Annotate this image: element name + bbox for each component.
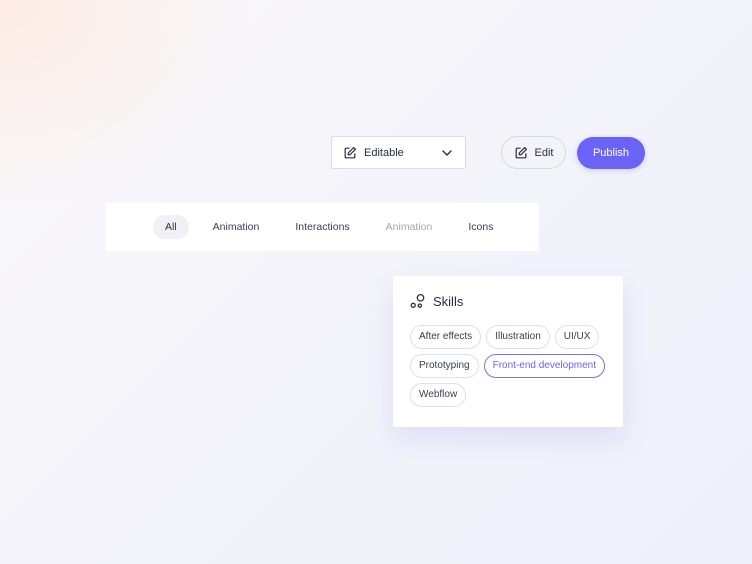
chip-front-end-development[interactable]: Front-end development: [483, 354, 605, 378]
skills-chip-list: After effects Illustration UI/UX Prototy…: [410, 325, 610, 407]
edit-icon: [515, 146, 527, 158]
chip-illustration[interactable]: Illustration: [486, 325, 550, 349]
chevron-down-icon: [442, 149, 452, 156]
chip-after-effects[interactable]: After effects: [410, 325, 482, 349]
filter-tabs: All Animation Interactions Animation Ico…: [106, 203, 539, 251]
skills-card: Skills After effects Illustration UI/UX …: [393, 276, 623, 427]
chip-ui-ux[interactable]: UI/UX: [554, 325, 600, 349]
tab-all[interactable]: All: [153, 215, 189, 239]
tab-icons[interactable]: Icons: [456, 215, 505, 239]
edit-button-label: Edit: [534, 146, 554, 159]
tab-interactions[interactable]: Interactions: [283, 215, 361, 239]
tab-animation[interactable]: Animation: [201, 215, 272, 239]
chip-prototyping[interactable]: Prototyping: [410, 354, 479, 378]
skills-header: Skills: [410, 292, 607, 310]
tab-animation-disabled: Animation: [385, 221, 433, 233]
skills-icon: [410, 293, 425, 308]
edit-icon: [344, 146, 357, 158]
mode-select[interactable]: Editable: [331, 136, 466, 169]
mode-select-value: Editable: [364, 146, 404, 159]
chip-webflow[interactable]: Webflow: [410, 383, 467, 407]
edit-button[interactable]: Edit: [501, 136, 566, 169]
skills-title: Skills: [433, 293, 464, 309]
publish-button[interactable]: Publish: [577, 137, 645, 169]
